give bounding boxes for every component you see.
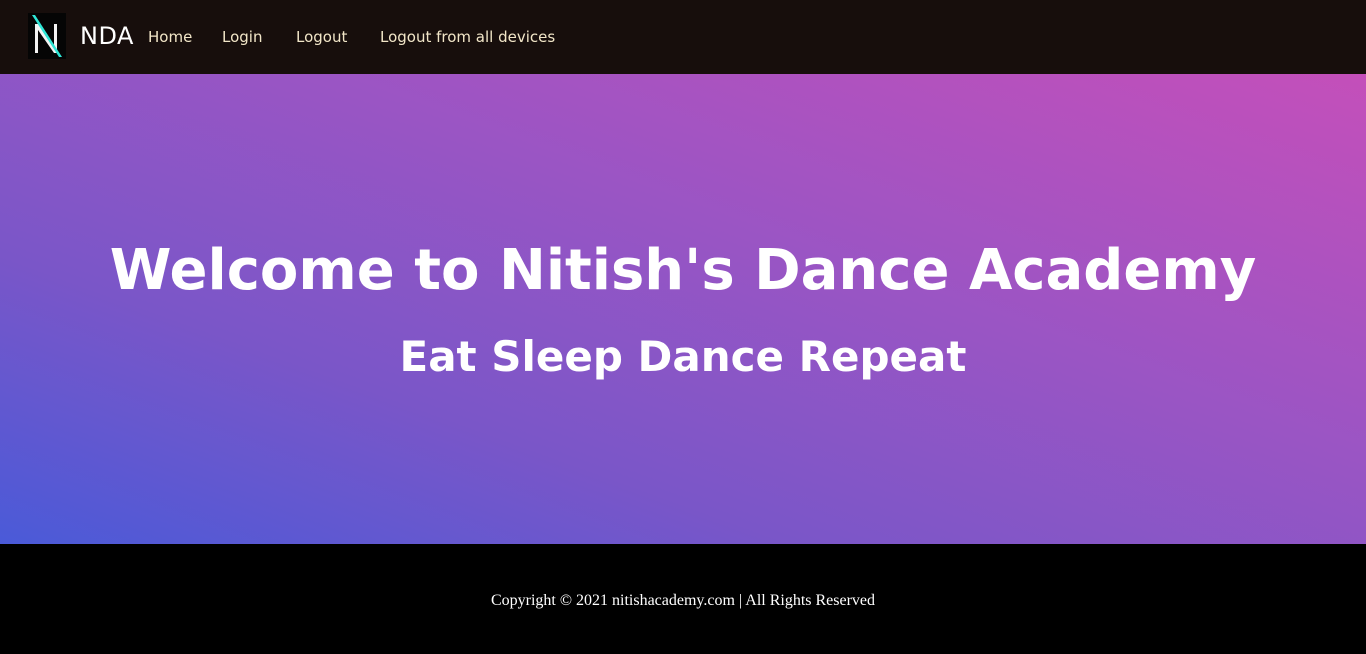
footer: Copyright © 2021 nitishacademy.com | All…	[0, 544, 1366, 654]
copyright-text: Copyright © 2021 nitishacademy.com | All…	[490, 592, 876, 609]
logo-n-icon	[28, 13, 66, 59]
hero-title: Welcome to Nitish's Dance Academy	[109, 238, 1257, 303]
brand-name[interactable]: NDA	[80, 20, 134, 52]
nav-link-logout[interactable]: Logout	[296, 27, 347, 47]
nav-link-home[interactable]: Home	[148, 27, 192, 47]
nav-link-logout-all-devices[interactable]: Logout from all devices	[380, 27, 555, 47]
navbar: NDA Home Login Logout Logout from all de…	[0, 0, 1366, 74]
nav-link-login[interactable]: Login	[222, 27, 262, 47]
hero-banner: Welcome to Nitish's Dance Academy Eat Sl…	[0, 74, 1366, 544]
hero-subtitle: Eat Sleep Dance Repeat	[399, 332, 967, 381]
logo[interactable]	[28, 13, 66, 59]
